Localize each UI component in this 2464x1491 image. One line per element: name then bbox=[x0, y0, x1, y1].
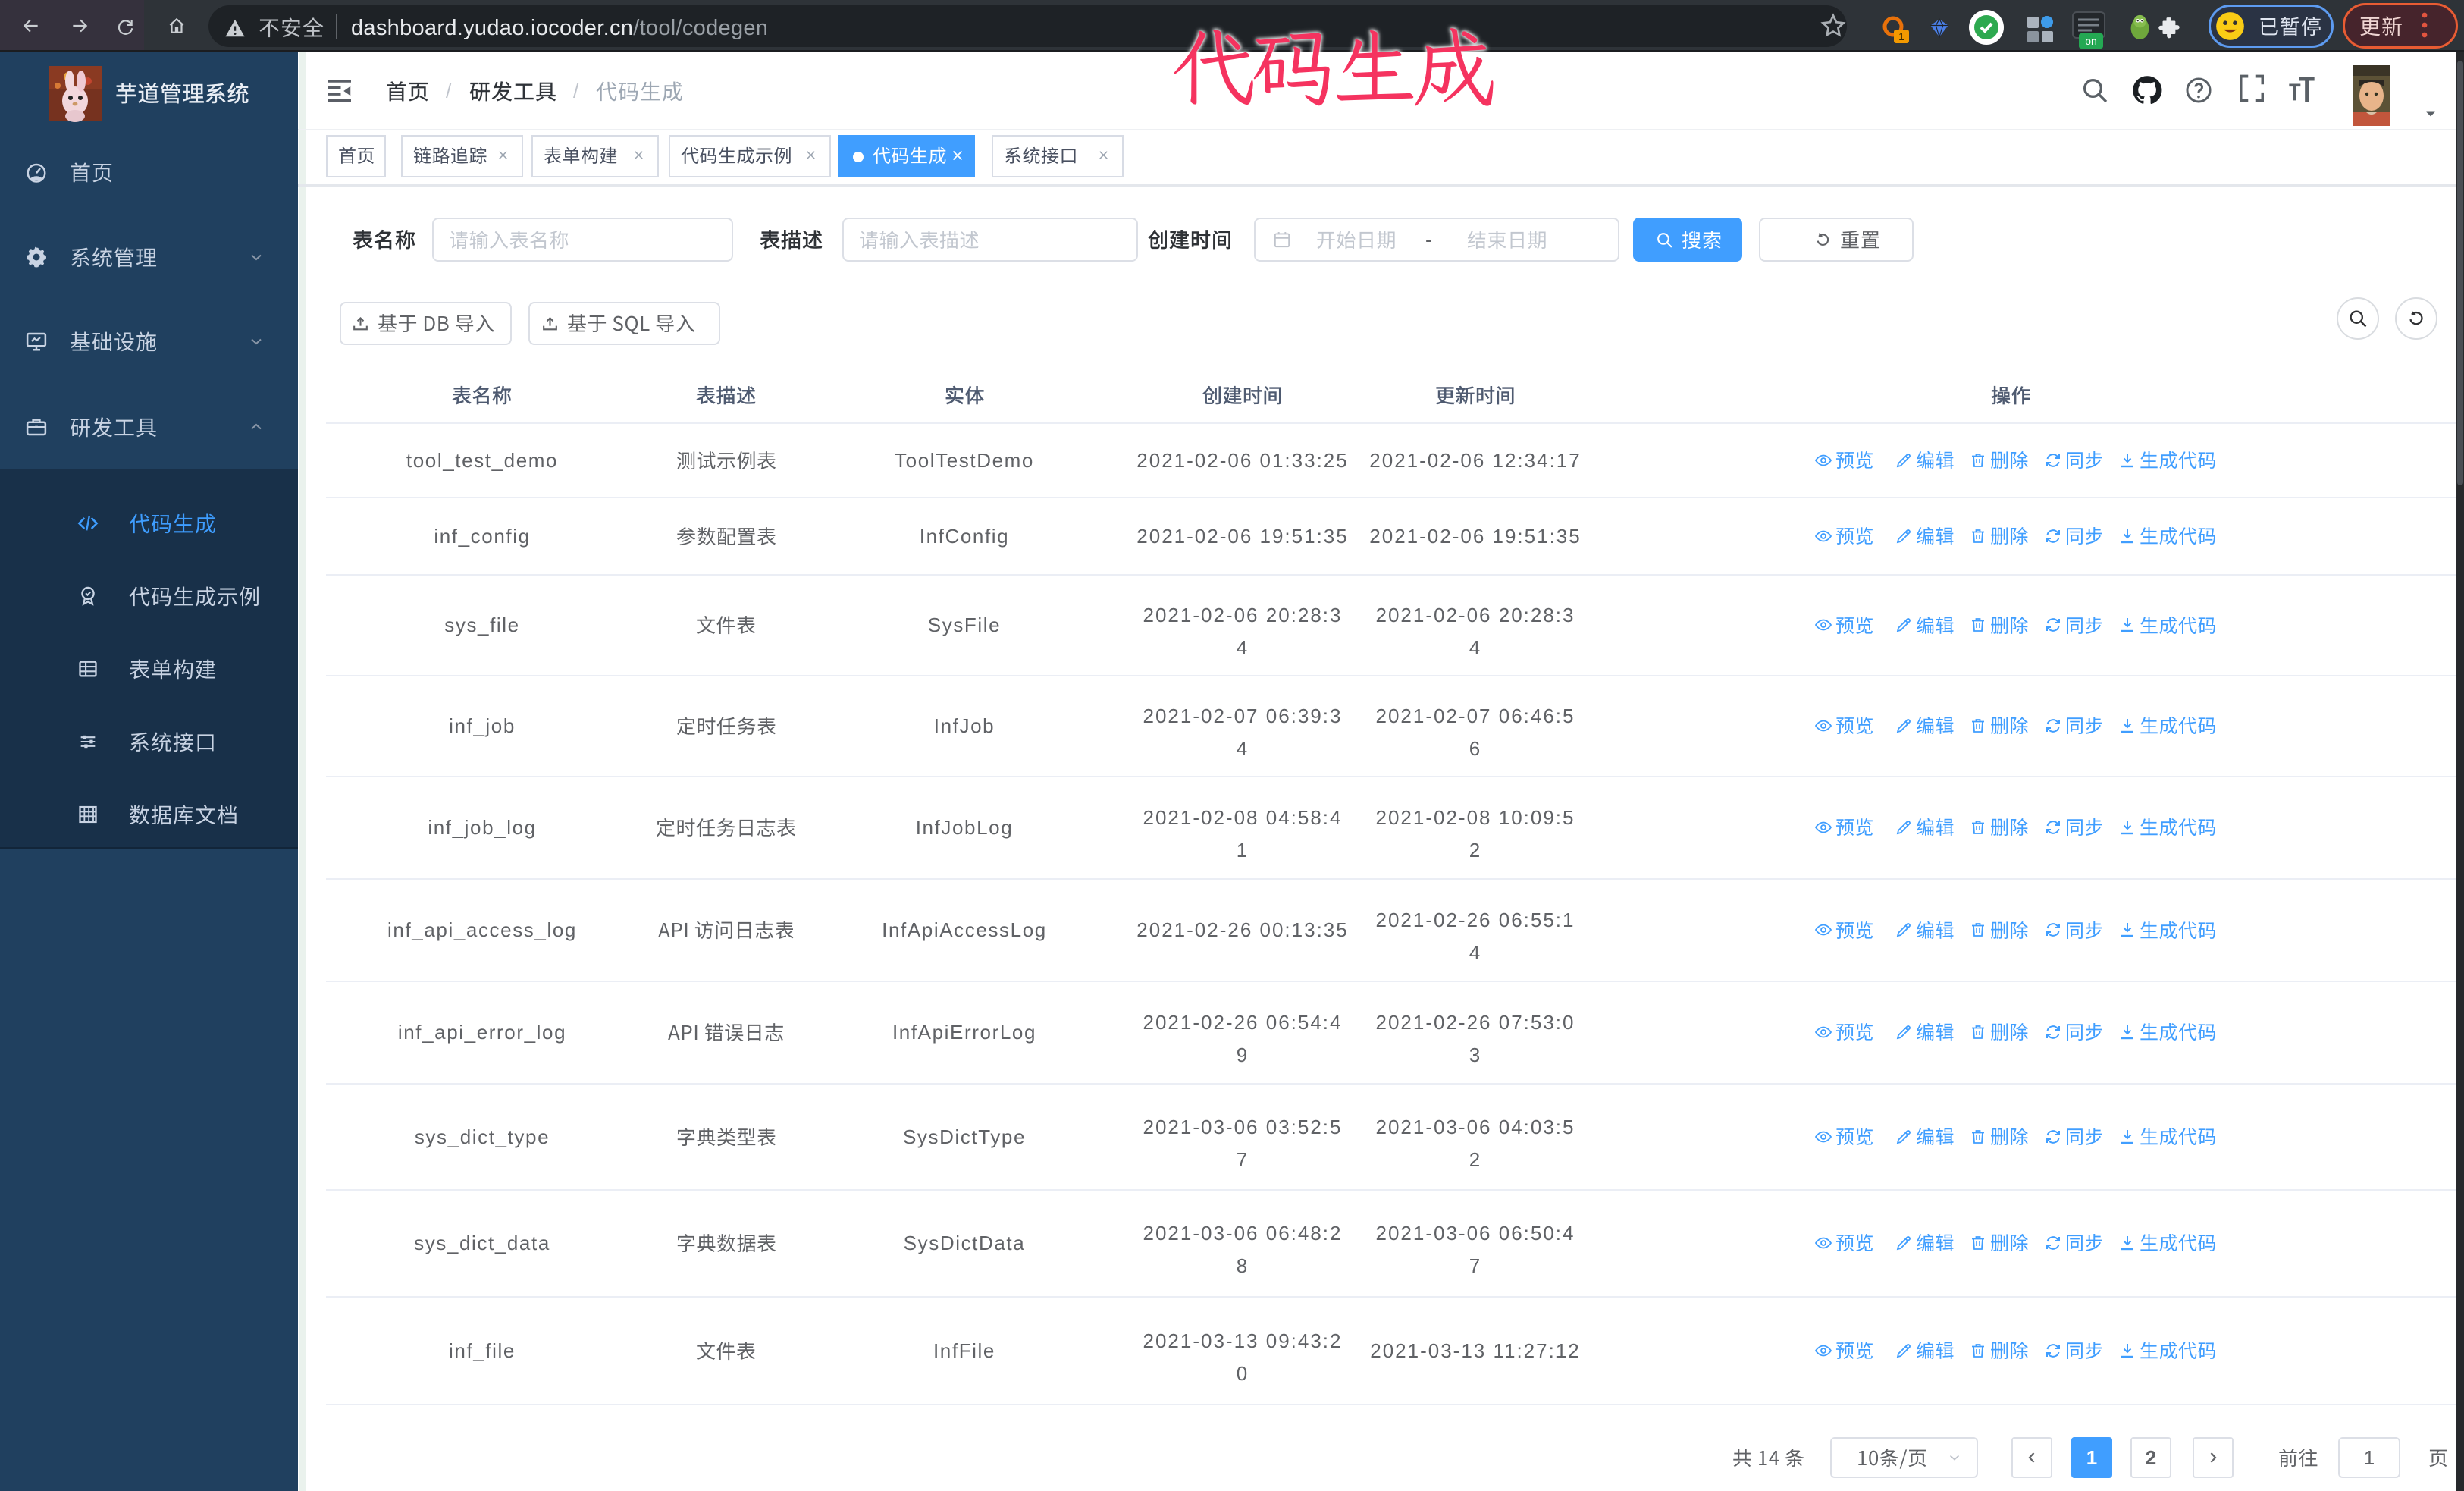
svg-text:1: 1 bbox=[1898, 30, 1904, 42]
svg-text:on: on bbox=[2085, 35, 2097, 47]
